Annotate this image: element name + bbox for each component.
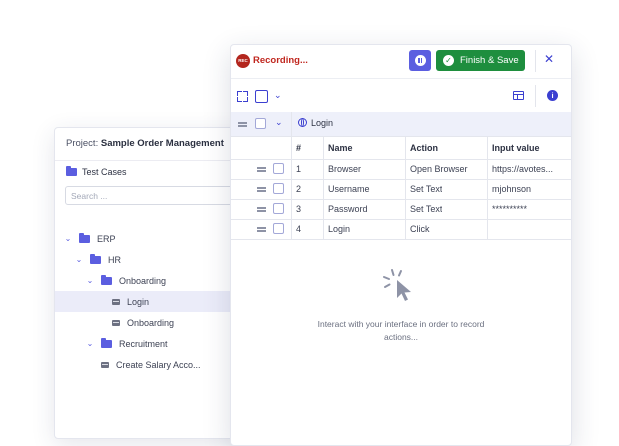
expand-icon[interactable] [237,91,248,102]
tree-item-recruitment[interactable]: ⌄ Recruitment [55,333,255,354]
chevron-down-icon[interactable]: ⌄ [275,117,283,128]
folder-icon [79,232,90,243]
project-header: Project: Sample Order Management [66,138,224,149]
folder-icon [90,253,101,264]
row-checkbox[interactable] [273,203,284,214]
globe-icon [298,118,307,127]
tree-item-create-salary-account[interactable]: Create Salary Acco... [55,354,255,375]
step-group-row[interactable]: ⌄ Login [231,112,571,136]
drag-handle-icon[interactable] [238,121,247,127]
row-name[interactable]: Browser [328,164,361,174]
row-checkbox[interactable] [273,183,284,194]
divider [291,136,292,239]
divider [291,112,292,136]
test-case-icon [112,319,120,326]
divider [231,159,571,160]
divider [231,239,571,240]
tree-item-label: HR [108,254,121,265]
info-icon[interactable]: i [547,90,558,101]
folder-icon [66,166,77,176]
row-name[interactable]: Username [328,184,370,194]
column-header-number: # [296,143,302,153]
row-action[interactable]: Open Browser [410,164,468,174]
column-header-name: Name [328,143,353,153]
divider [231,179,571,180]
folder-icon [101,337,112,348]
drag-handle-icon[interactable] [257,226,266,232]
close-icon[interactable]: ✕ [544,52,554,66]
row-name[interactable]: Password [328,204,368,214]
rec-icon: REC [236,54,250,68]
check-icon: ✓ [443,55,454,66]
row-checkbox[interactable] [273,223,284,234]
row-name[interactable]: Login [328,224,350,234]
project-name: Sample Order Management [100,138,224,149]
group-label: Login [311,118,334,128]
recording-bar: REC Recording... ✓ Finish & Save ✕ [231,45,571,78]
drag-handle-icon[interactable] [257,186,266,192]
column-header-action: Action [410,143,438,153]
tree-item-label: ERP [97,233,116,244]
tree-item-label: Onboarding [127,317,175,328]
tree-item-onboarding-folder[interactable]: ⌄ Onboarding [55,270,255,291]
select-all-checkbox[interactable] [255,90,268,103]
project-label: Project: [66,138,99,149]
chevron-down-icon[interactable]: ⌄ [274,90,282,101]
tree-item-label: Onboarding [119,275,167,286]
row-action[interactable]: Click [410,224,430,234]
column-header-input-value: Input value [492,143,540,153]
folder-icon [101,274,112,285]
chevron-down-icon[interactable]: ⌄ [86,339,94,348]
tree-item-onboarding-case[interactable]: Onboarding [55,312,255,333]
tree-item-hr[interactable]: ⌄ HR [55,249,255,270]
divider [55,160,255,161]
test-case-tree-panel: Project: Sample Order Management Test Ca… [54,127,256,439]
test-cases-title: Test Cases [82,167,127,177]
test-case-icon [112,298,120,305]
row-input-value[interactable]: ********** [492,204,568,214]
tool-bar: ⌄ i [231,78,571,112]
chevron-down-icon[interactable]: ⌄ [86,276,94,285]
divider [323,136,324,239]
recorder-panel: REC Recording... ✓ Finish & Save ✕ ⌄ i ⌄ [230,44,572,446]
row-action[interactable]: Set Text [410,184,442,194]
row-number: 3 [296,204,302,214]
cursor-click-icon [383,269,411,301]
divider [535,85,536,107]
divider [231,199,571,200]
row-number: 1 [296,164,302,174]
divider [231,136,571,137]
divider [535,50,536,72]
chevron-down-icon[interactable]: ⌄ [64,234,72,243]
test-cases-header: Test Cases [66,166,127,177]
divider [487,136,488,239]
row-action[interactable]: Set Text [410,204,442,214]
drag-handle-icon[interactable] [257,206,266,212]
divider [231,219,571,220]
finish-save-label: Finish & Save [460,55,519,66]
drag-handle-icon[interactable] [257,166,266,172]
recording-status: Recording... [253,55,308,66]
tree-item-label: Create Salary Acco... [116,359,201,370]
row-input-value[interactable]: https://avotes... [492,164,568,174]
group-checkbox[interactable] [255,118,266,129]
tree-item-label: Recruitment [119,338,168,349]
row-number: 4 [296,224,302,234]
pause-icon [414,55,426,66]
row-input-value[interactable]: mjohnson [492,184,568,194]
row-checkbox[interactable] [273,163,284,174]
tree-item-erp[interactable]: ⌄ ERP [55,228,255,249]
tree-item-login[interactable]: Login [55,291,255,312]
finish-save-button[interactable]: ✓ Finish & Save [436,50,525,71]
pause-button[interactable] [409,50,431,71]
empty-state-message: Interact with your interface in order to… [317,319,485,342]
search-input[interactable] [65,186,255,205]
table-view-icon[interactable] [513,91,524,100]
chevron-down-icon[interactable]: ⌄ [75,255,83,264]
tree-item-label: Login [127,296,150,307]
test-case-icon [101,361,109,368]
row-number: 2 [296,184,302,194]
divider [405,136,406,239]
